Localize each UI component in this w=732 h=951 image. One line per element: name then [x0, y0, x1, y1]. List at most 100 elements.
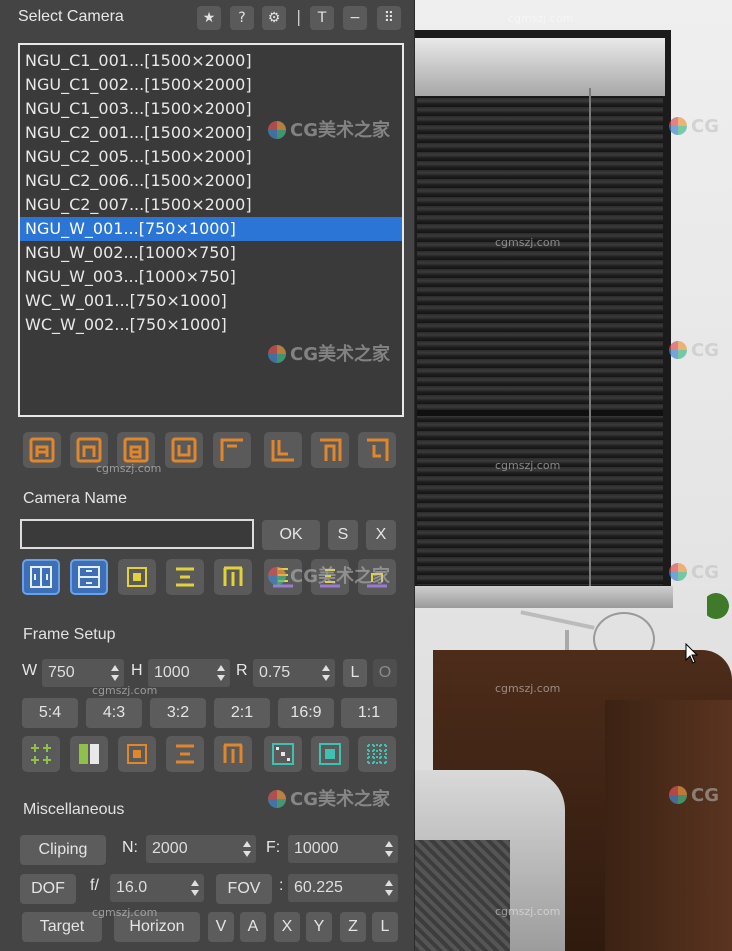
watermark-logo: CG — [669, 116, 719, 137]
ratio-2-1-button[interactable]: 2:1 — [214, 698, 270, 728]
camera-type-u-button[interactable] — [165, 432, 203, 468]
camera-list-item[interactable]: NGU_W_003...[1000×750] — [20, 265, 402, 289]
ratio-value: 0.75 — [259, 664, 291, 681]
camera-list-item[interactable]: WC_W_001...[750×1000] — [20, 289, 402, 313]
center-square-guide-button[interactable] — [311, 736, 349, 772]
ratio-spinner[interactable]: 0.75 — [253, 659, 335, 687]
spinner-arrows-icon[interactable] — [384, 878, 394, 898]
cliping-button[interactable]: Cliping — [20, 835, 106, 865]
f-stop-spinner[interactable]: 16.0 — [110, 874, 204, 902]
camera-name-input[interactable] — [20, 519, 254, 549]
spinner-arrows-icon[interactable] — [110, 663, 120, 683]
miscellaneous-section-label: Miscellaneous — [23, 801, 125, 818]
thirds-horizontal-button[interactable] — [166, 559, 204, 595]
fov-value: 60.225 — [294, 879, 343, 896]
spinner-arrows-icon[interactable] — [190, 878, 200, 898]
far-clip-value: 10000 — [294, 840, 339, 857]
camera-list-item[interactable]: NGU_C2_006...[1500×2000] — [20, 169, 402, 193]
t-button[interactable]: T — [310, 6, 334, 30]
safe-frame-button[interactable] — [70, 736, 108, 772]
axis-v-button[interactable]: V — [208, 912, 234, 942]
watermark-logo: CG美术之家 — [268, 116, 390, 142]
watermark-text: cgmszj.com — [495, 682, 561, 695]
axis-x-button[interactable]: X — [274, 912, 300, 942]
ratio-4-3-button[interactable]: 4:3 — [86, 698, 142, 728]
near-clip-spinner[interactable]: 2000 — [146, 835, 256, 863]
width-label: W — [22, 662, 38, 679]
dot-grid-guide-button[interactable] — [358, 736, 396, 772]
center-guide-button[interactable] — [118, 736, 156, 772]
camera-type-corner-l-button[interactable] — [358, 432, 396, 468]
grid-plus-button[interactable] — [22, 736, 60, 772]
camera-list-item[interactable]: NGU_C1_002...[1500×2000] — [20, 73, 402, 97]
vertical-thirds-guide-button[interactable] — [214, 736, 252, 772]
near-clip-label: N: — [122, 839, 138, 856]
ratio-1-1-button[interactable]: 1:1 — [341, 698, 397, 728]
target-button[interactable]: Target — [22, 912, 102, 942]
camera-type-corner-bl-button[interactable] — [264, 432, 302, 468]
camera-list-item[interactable]: NGU_C1_001...[1500×2000] — [20, 49, 402, 73]
corner-top-right-icon — [320, 438, 342, 461]
spinner-arrows-icon[interactable] — [216, 663, 226, 683]
watermark-text: cgmszj.com — [508, 12, 574, 25]
frame-setup-section-label: Frame Setup — [23, 626, 116, 643]
x-button[interactable]: X — [366, 520, 396, 550]
far-clip-spinner[interactable]: 10000 — [288, 835, 398, 863]
align-vertical-split-button[interactable] — [22, 559, 60, 595]
spinner-arrows-icon[interactable] — [321, 663, 331, 683]
fov-spinner[interactable]: 60.225 — [288, 874, 398, 902]
thirds-vertical-button[interactable] — [214, 559, 252, 595]
near-clip-value: 2000 — [152, 840, 188, 857]
select-camera-panel: Select Camera ★ ? ⚙ | T − ⠿ NGU_C1_001..… — [0, 0, 415, 951]
camera-list-item[interactable]: NGU_W_002...[1000×750] — [20, 241, 402, 265]
camera-name-section-label: Camera Name — [23, 490, 128, 507]
center-frame-button[interactable] — [118, 559, 156, 595]
axis-l-button[interactable]: L — [372, 912, 398, 942]
ok-button[interactable]: OK — [262, 520, 320, 550]
dof-button[interactable]: DOF — [20, 874, 76, 904]
favorite-star-button[interactable]: ★ — [197, 6, 221, 30]
watermark-text: cgmszj.com — [495, 905, 561, 918]
ratio-16-9-button[interactable]: 16:9 — [278, 698, 334, 728]
settings-gear-button[interactable]: ⚙ — [262, 6, 286, 30]
corner-dots-icon — [272, 743, 294, 765]
help-button[interactable]: ? — [230, 6, 254, 30]
corner-dots-guide-button[interactable] — [264, 736, 302, 772]
thirds-horizontal-icon — [176, 567, 194, 587]
align-horizontal-split-button[interactable] — [70, 559, 108, 595]
camera-list-item[interactable]: WC_W_002...[750×1000] — [20, 313, 402, 337]
corner-l-icon — [367, 438, 389, 461]
o-button[interactable]: O — [373, 659, 397, 687]
width-spinner[interactable]: 750 — [42, 659, 124, 687]
panel-title: Select Camera — [18, 8, 124, 25]
spinner-arrows-icon[interactable] — [384, 839, 394, 859]
axis-y-button[interactable]: Y — [306, 912, 332, 942]
far-clip-label: F: — [266, 839, 281, 856]
watermark-text: cgmszj.com — [96, 462, 162, 475]
camera-list-item[interactable]: NGU_C2_005...[1500×2000] — [20, 145, 402, 169]
camera-list-item[interactable]: NGU_C2_007...[1500×2000] — [20, 193, 402, 217]
ratio-3-2-button[interactable]: 3:2 — [150, 698, 206, 728]
fov-button[interactable]: FOV — [216, 874, 272, 904]
watermark-logo: CG — [669, 340, 719, 361]
horizontal-thirds-guide-button[interactable] — [166, 736, 204, 772]
watermark-text: cgmszj.com — [495, 236, 561, 249]
axis-z-button[interactable]: Z — [340, 912, 366, 942]
corner-bottom-left-icon — [271, 440, 294, 462]
height-spinner[interactable]: 1000 — [148, 659, 230, 687]
spinner-arrows-icon[interactable] — [242, 839, 252, 859]
camera-type-a-button[interactable] — [23, 432, 61, 468]
lock-ratio-button[interactable]: L — [343, 659, 367, 687]
ratio-5-4-button[interactable]: 5:4 — [22, 698, 78, 728]
minimize-button[interactable]: − — [343, 6, 367, 30]
grip-handle-button[interactable]: ⠿ — [377, 6, 401, 30]
frame-u-icon — [171, 437, 197, 463]
s-button[interactable]: S — [328, 520, 358, 550]
camera-list-item-selected[interactable]: NGU_W_001...[750×1000] — [20, 217, 402, 241]
axis-a-button[interactable]: A — [240, 912, 266, 942]
frame-b-icon — [123, 437, 149, 463]
thirds-vertical-icon — [223, 566, 243, 586]
f-stop-label: f/ — [90, 877, 99, 894]
camera-type-corner-tr-button[interactable] — [311, 432, 349, 468]
camera-type-corner-tl-button[interactable] — [213, 432, 251, 468]
